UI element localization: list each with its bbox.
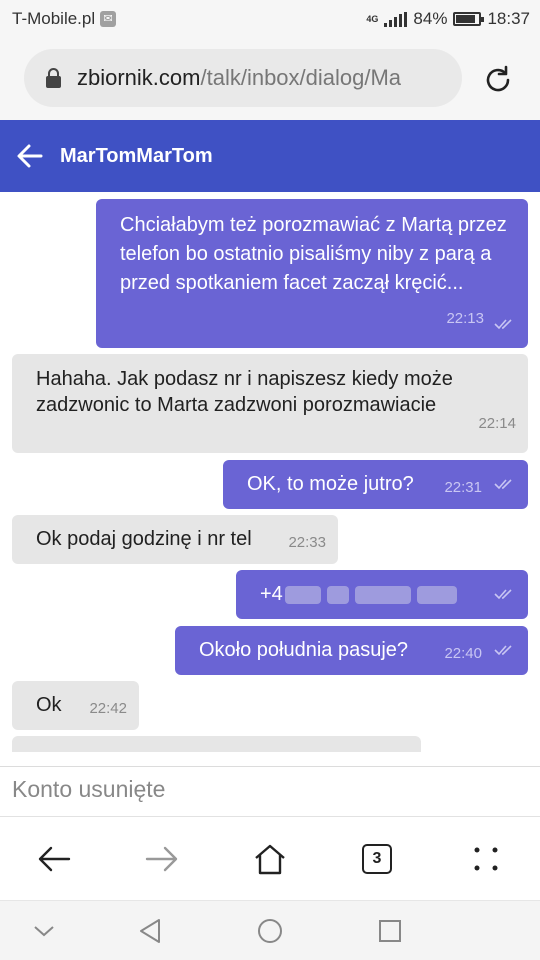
url-host: zbiornik.com [77, 65, 201, 90]
message-text: OK, to może jutro? [247, 473, 414, 495]
message-bubble-outgoing[interactable]: Około południa pasuje? 22:40 [175, 626, 528, 675]
message-bubble-incoming[interactable]: Hahaha. Jak podasz nr i napiszesz kiedy … [12, 354, 528, 453]
carrier-group: T-Mobile.pl ✉ [12, 9, 117, 29]
divider [0, 766, 540, 767]
message-bubble-incoming[interactable]: Ok 22:42 [12, 681, 139, 730]
chevron-down-icon [34, 926, 54, 937]
back-arrow-icon[interactable] [16, 142, 44, 170]
read-receipt-icon [494, 319, 512, 330]
conversation-header: MarTomMarTom [0, 120, 540, 192]
home-icon [255, 844, 285, 875]
system-home-button[interactable] [254, 915, 286, 947]
message-time: 22:33 [288, 534, 326, 551]
signal-icon [384, 11, 408, 27]
url-text[interactable]: zbiornik.com/talk/inbox/dialog/Ma [77, 65, 401, 91]
message-text: Hahaha. Jak podasz nr i napiszesz kiedy … [36, 368, 453, 416]
menu-dots-icon [474, 847, 498, 871]
read-receipt-icon [494, 479, 512, 490]
message-time: 22:31 [444, 479, 482, 496]
browser-bottom-bar: 3 [0, 817, 540, 901]
address-bar[interactable]: zbiornik.com/talk/inbox/dialog/Ma [24, 49, 462, 107]
message-time: 22:42 [89, 700, 127, 717]
message-text: Chciałabym też porozmawiać z Martą przez… [120, 214, 507, 294]
tabs-count: 3 [362, 844, 392, 874]
carrier-name: T-Mobile.pl [12, 9, 96, 28]
status-indicators: 4G 84% 18:37 [366, 9, 530, 29]
message-text: Ok podaj godzinę i nr tel [36, 528, 252, 550]
arrow-right-icon [145, 846, 178, 872]
system-navigation-bar [0, 900, 540, 960]
triangle-back-icon [140, 919, 160, 943]
message-bubble-outgoing[interactable]: OK, to może jutro? 22:31 [223, 460, 528, 509]
redacted-phone-number: +4 [260, 581, 457, 607]
message-time: 22:40 [444, 645, 482, 662]
network-type: 4G [366, 13, 379, 24]
message-text: Ok [36, 694, 62, 716]
system-recents-button[interactable] [374, 915, 406, 947]
read-receipt-icon [494, 645, 512, 656]
lock-icon [46, 68, 61, 88]
account-deleted-notice: Konto usunięte [12, 776, 166, 802]
reload-icon[interactable] [482, 64, 514, 96]
status-bar: T-Mobile.pl ✉ 4G 84% 18:37 [0, 0, 540, 38]
system-back-button[interactable] [134, 915, 166, 947]
message-time: 22:13 [446, 310, 484, 327]
clock: 18:37 [487, 9, 530, 28]
browser-toolbar: zbiornik.com/talk/inbox/dialog/Ma [0, 38, 540, 120]
message-bubble-outgoing[interactable]: +4 [236, 570, 528, 619]
collapse-button[interactable] [28, 915, 60, 947]
browser-home-button[interactable] [250, 839, 290, 879]
browser-menu-button[interactable] [466, 839, 506, 879]
message-text: Około południa pasuje? [199, 639, 409, 661]
circle-home-icon [258, 919, 282, 943]
carrier-app-icon: ✉ [100, 11, 117, 27]
browser-tabs-button[interactable]: 3 [357, 839, 397, 879]
browser-back-button[interactable] [34, 839, 74, 879]
battery-percent: 84% [413, 9, 448, 28]
contact-name[interactable]: MarTomMarTom [60, 145, 213, 168]
message-bubble-incoming[interactable]: Ok podaj godzinę i nr tel 22:33 [12, 515, 338, 564]
arrow-left-icon [38, 846, 71, 872]
square-recents-icon [379, 920, 401, 942]
message-time: 22:14 [478, 415, 516, 432]
url-path: /talk/inbox/dialog/Ma [200, 65, 402, 90]
browser-forward-button[interactable] [142, 839, 182, 879]
message-bubble-incoming-partial[interactable] [12, 736, 421, 752]
battery-icon [453, 12, 485, 26]
message-list[interactable]: Chciałabym też porozmawiać z Martą przez… [0, 192, 540, 752]
read-receipt-icon [494, 589, 512, 600]
message-bubble-outgoing[interactable]: Chciałabym też porozmawiać z Martą przez… [96, 199, 528, 348]
